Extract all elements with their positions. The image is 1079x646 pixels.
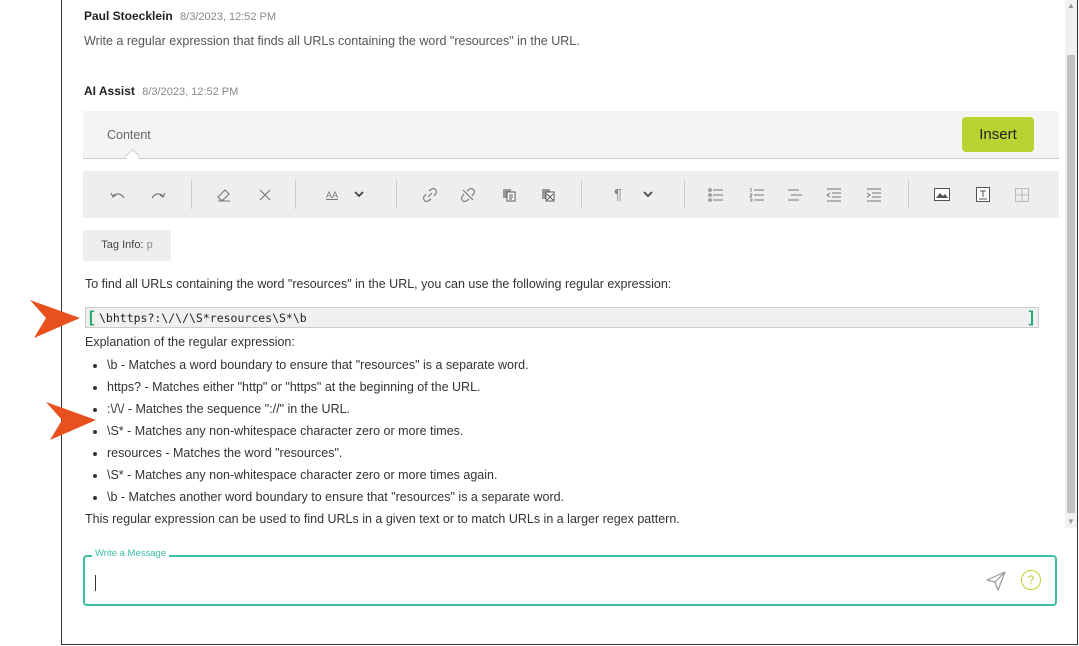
text-frame-icon[interactable] [972,171,994,218]
toolbar-separator [396,180,397,209]
text-cursor [95,575,96,591]
unlink-icon[interactable] [457,171,479,218]
numbered-list-icon[interactable] [746,171,768,218]
bulleted-list-icon[interactable] [705,171,727,218]
image-icon[interactable] [931,171,953,218]
message-author: Paul Stoecklein [84,9,173,23]
list-item: \b - Matches another word boundary to en… [107,488,564,510]
toolbar-separator [908,180,909,209]
send-icon[interactable] [986,571,1006,591]
decrease-indent-icon[interactable] [823,171,845,218]
insert-button[interactable]: Insert [962,117,1034,152]
tab-content[interactable]: Content [107,128,151,142]
explanation-list: \b - Matches a word boundary to ensure t… [85,356,564,510]
scroll-thumb[interactable] [1067,55,1075,513]
list-item: \S* - Matches any non-whitespace charact… [107,422,564,444]
toolbar-separator [581,180,582,209]
help-icon[interactable]: ? [1021,570,1041,590]
table-icon[interactable] [1011,171,1033,218]
response-intro: To find all URLs containing the word "re… [85,277,672,291]
font-size-icon[interactable]: AA [321,171,343,218]
toolbar-separator [191,180,192,209]
paste-format-icon[interactable] [537,171,559,218]
message-time: 8/3/2023, 12:52 PM [142,86,239,98]
tag-info-badge[interactable]: Tag Info: p [83,230,171,261]
paragraph-icon[interactable]: ¶ [609,171,627,218]
tag-info-value: p [146,239,153,251]
regex-code: \bhttps?:\/\/\S*resources\S*\b [99,311,307,325]
message-time: 8/3/2023, 12:52 PM [180,11,277,23]
multilevel-list-icon[interactable] [784,171,806,218]
response-closing: This regular expression can be used to f… [85,512,680,526]
toolbar-separator [684,180,685,209]
list-item: resources - Matches the word "resources"… [107,444,564,466]
code-bracket-open: [ [89,309,95,326]
list-item: \S* - Matches any non-whitespace charact… [107,466,564,488]
eraser-icon[interactable] [213,171,235,218]
callout-arrow-icon [46,402,96,440]
code-bracket-close: ] [1028,309,1034,326]
tag-info-label: Tag Info: [101,239,144,251]
list-item: https? - Matches either "http" or "https… [107,378,564,400]
link-icon[interactable] [419,171,441,218]
clear-icon[interactable] [254,171,276,218]
scroll-down-arrow-icon[interactable]: ▼ [1065,516,1077,528]
increase-indent-icon[interactable] [863,171,885,218]
message-input-label: Write a Message [92,548,170,559]
code-block[interactable]: [ \bhttps?:\/\/\S*resources\S*\b ] [85,307,1039,328]
editor-toolbar: AA ¶ [83,171,1059,218]
chevron-down-icon[interactable] [351,171,367,218]
undo-icon[interactable] [107,171,129,218]
copy-format-icon[interactable] [498,171,520,218]
list-item: :\/\/ - Matches the sequence "://" in th… [107,400,564,422]
scroll-up-arrow-icon[interactable]: ▲ [1065,0,1077,12]
redo-icon[interactable] [147,171,169,218]
message-text: Write a regular expression that finds al… [84,34,580,48]
message-input[interactable]: ? [83,555,1057,606]
explanation-title: Explanation of the regular expression: [85,335,295,349]
scrollbar[interactable]: ▲ ▼ [1065,0,1077,528]
message-header: AI Assist 8/3/2023, 12:52 PM [84,84,238,98]
editor-tab-bar: Content Insert [83,111,1059,165]
callout-arrow-icon [30,300,80,338]
chevron-down-icon[interactable] [640,171,656,218]
list-item: \b - Matches a word boundary to ensure t… [107,356,564,378]
toolbar-separator [295,180,296,209]
message-author: AI Assist [84,84,135,98]
message-header: Paul Stoecklein 8/3/2023, 12:52 PM [84,9,276,23]
